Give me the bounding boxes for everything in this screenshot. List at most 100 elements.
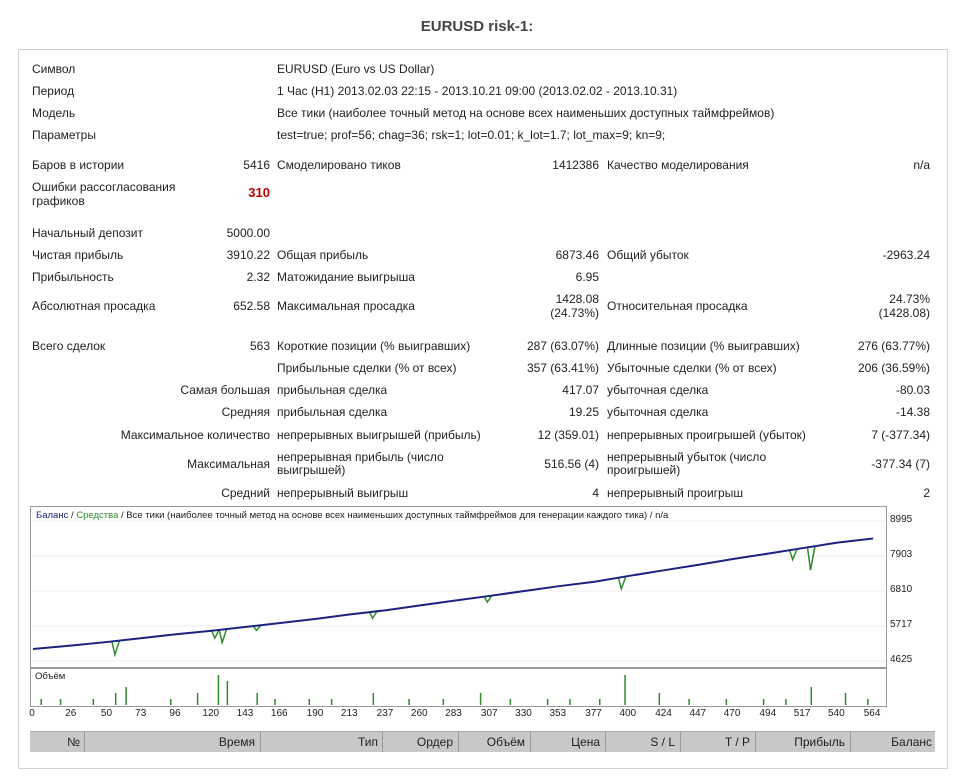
volume-bar: [92, 699, 95, 705]
loss-trades-value: 206 (36.59%): [857, 361, 930, 375]
volume-bar: [114, 693, 117, 705]
column-header[interactable]: Прибыль: [794, 735, 845, 749]
average-loss-value: -14.38: [895, 405, 930, 419]
x-tick-label: 353: [549, 708, 567, 719]
profit-factor-label: Прибыльность: [32, 270, 114, 284]
column-header[interactable]: Баланс: [891, 735, 932, 749]
largest-loss-label: убыточная сделка: [607, 383, 709, 397]
trades-table-header: № Время Тип Ордер Объём Цена S / L T / P Прибыль…: [30, 731, 935, 752]
avg-consecutive-losses-label: непрерывный проигрыш: [607, 486, 743, 500]
volume-bar: [725, 699, 728, 705]
quality-value: n/a: [913, 158, 930, 172]
quality-label: Качество моделирования: [607, 158, 749, 172]
x-tick-label: 237: [376, 708, 394, 719]
balance-line: [32, 537, 874, 650]
top-cropped-text: [0, 0, 190, 6]
abs-drawdown-value: 652.58: [233, 299, 270, 313]
max-count-losses-value: 7 (-377.34): [871, 428, 930, 442]
column-separator: [84, 732, 85, 752]
y-tick-label: 5717: [890, 619, 913, 631]
total-trades-label: Всего сделок: [32, 339, 106, 353]
long-positions-value: 276 (63.77%): [857, 339, 930, 353]
gross-profit-label: Общая прибыль: [277, 248, 369, 262]
x-tick-label: 470: [723, 708, 741, 719]
avg-consecutive-wins-label: непрерывный выигрыш: [277, 486, 409, 500]
maximal-profit-value: 516.56 (4): [544, 457, 599, 471]
column-header[interactable]: Тип: [358, 735, 378, 749]
period-label: Период: [32, 84, 75, 98]
abs-drawdown-label: Абсолютная просадка: [32, 299, 156, 313]
y-tick-label: 7903: [890, 548, 913, 560]
column-header[interactable]: T / P: [725, 735, 750, 749]
column-separator: [755, 732, 756, 752]
volume-bar: [125, 687, 127, 705]
column-header[interactable]: №: [67, 735, 80, 749]
x-tick-label: 517: [793, 708, 811, 719]
volume-bar: [196, 693, 199, 705]
max-count-label: Максимальное количество: [120, 428, 270, 442]
column-separator: [458, 732, 459, 752]
volume-bar: [330, 699, 333, 705]
max-count-losses-label: непрерывных проигрышей (убыток): [607, 428, 806, 442]
long-positions-label: Длинные позиции (% выигравших): [607, 339, 800, 353]
volume-bar: [624, 675, 626, 705]
gross-profit-value: 6873.46: [555, 248, 599, 262]
profit-trades-value: 357 (63.41%): [526, 361, 599, 375]
expected-payoff-label: Матожидание выигрыша: [277, 270, 415, 284]
profit-factor-value: 2.32: [246, 270, 270, 284]
loss-trades-label: Убыточные сделки (% от всех): [607, 361, 777, 375]
volume-bar: [256, 693, 258, 705]
x-tick-label: 73: [135, 708, 147, 719]
maximal-loss-label-1: непрерывный убыток (число: [607, 450, 767, 464]
column-header[interactable]: S / L: [650, 735, 675, 749]
x-tick-label: 540: [827, 708, 845, 719]
deposit-value: 5000.00: [226, 226, 270, 240]
average-loss-label: убыточная сделка: [607, 405, 709, 419]
volume-bar: [509, 699, 512, 705]
profit-trades-label: Прибыльные сделки (% от всех): [277, 361, 457, 375]
max-drawdown-label: Максимальная просадка: [277, 299, 415, 313]
symbol-value: EURUSD (Euro vs US Dollar): [277, 62, 435, 76]
balance-chart: Баланс / Средства / Все тики (наиболее т…: [30, 506, 887, 668]
max-drawdown-value-2: (24.73%): [550, 306, 599, 320]
volume-bar: [785, 699, 787, 705]
column-separator: [382, 732, 383, 752]
report-title: EURUSD risk-1:: [420, 18, 534, 35]
model-value: Все тики (наиболее точный метод на основ…: [277, 106, 775, 120]
volume-bar: [762, 699, 765, 705]
short-positions-label: Короткие позиции (% выигравших): [277, 339, 471, 353]
x-tick-label: 26: [65, 708, 77, 719]
column-header[interactable]: Время: [219, 735, 255, 749]
maximal-loss-value: -377.34 (7): [871, 457, 930, 471]
x-tick-label: 307: [480, 708, 498, 719]
largest-profit-label: прибыльная сделка: [277, 383, 388, 397]
errors-label-2: графиков: [32, 194, 85, 208]
volume-bar: [867, 699, 869, 705]
maximal-profit-label-1: непрерывная прибыль (число: [277, 450, 444, 464]
column-header[interactable]: Объём: [487, 735, 525, 749]
model-label: Модель: [32, 106, 76, 120]
column-header[interactable]: Ордер: [417, 735, 453, 749]
x-tick-label: 400: [619, 708, 637, 719]
deposit-label: Начальный депозит: [32, 226, 143, 240]
largest-profit-value: 417.07: [562, 383, 599, 397]
volume-bar: [170, 699, 172, 705]
rel-drawdown-label: Относительная просадка: [607, 299, 748, 313]
short-positions-value: 287 (63.07%): [526, 339, 599, 353]
volume-bar: [844, 693, 847, 705]
rel-drawdown-value-1: 24.73%: [889, 292, 930, 306]
x-tick-label: 96: [169, 708, 181, 719]
volume-bar: [40, 699, 42, 705]
y-tick-label: 6810: [890, 584, 913, 595]
volume-bar: [372, 693, 375, 705]
largest-label: Самая большая: [180, 383, 270, 397]
volume-bar: [479, 693, 482, 705]
column-header[interactable]: Цена: [571, 735, 600, 749]
gross-loss-label: Общий убыток: [607, 248, 689, 262]
x-tick-label: 564: [863, 708, 881, 719]
avg-consecutive-wins-value: 4: [592, 486, 599, 500]
average-profit-value: 19.25: [568, 405, 599, 419]
ticks-label: Смоделировано тиков: [277, 158, 401, 172]
column-separator: [605, 732, 606, 752]
max-count-wins-label: непрерывных выигрышей (прибыль): [277, 428, 481, 442]
